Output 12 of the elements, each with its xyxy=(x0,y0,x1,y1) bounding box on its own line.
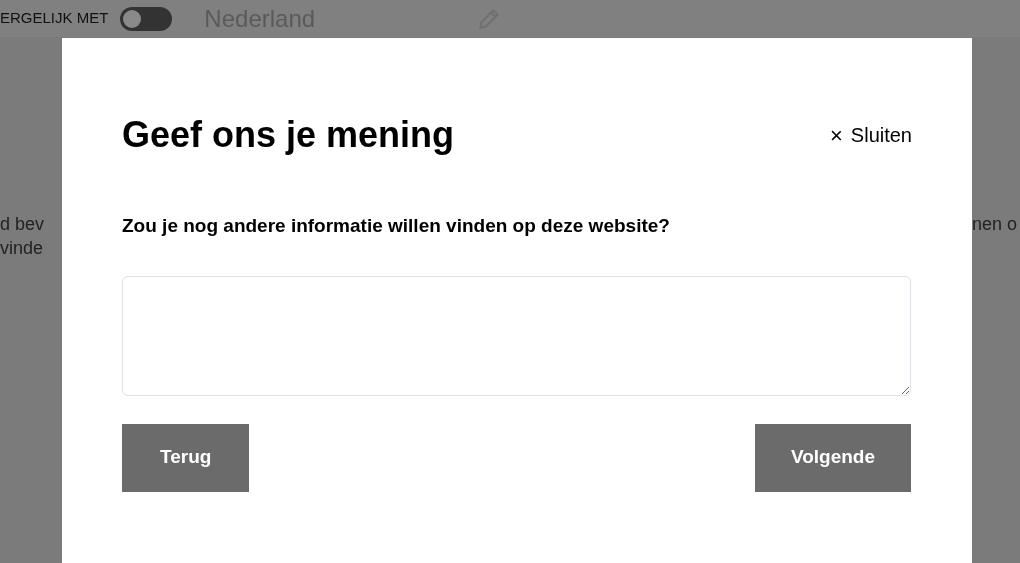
compare-toggle[interactable] xyxy=(120,6,173,31)
compare-label: ERGELIJK MET xyxy=(0,8,109,29)
close-icon: × xyxy=(830,118,843,152)
body-text: d bev xyxy=(0,213,45,236)
dialog-title: Geef ons je mening xyxy=(122,113,455,157)
back-button[interactable]: Terug xyxy=(122,423,250,492)
answer-field[interactable] xyxy=(122,275,911,396)
question-text: Zou je nog andere informatie willen vinden op deze website? xyxy=(122,214,671,238)
close-button[interactable]: × Sluiten xyxy=(830,118,912,152)
body-text: vinde xyxy=(0,237,44,260)
body-text: nen o xyxy=(972,213,1018,236)
next-button[interactable]: Volgende xyxy=(754,423,911,492)
